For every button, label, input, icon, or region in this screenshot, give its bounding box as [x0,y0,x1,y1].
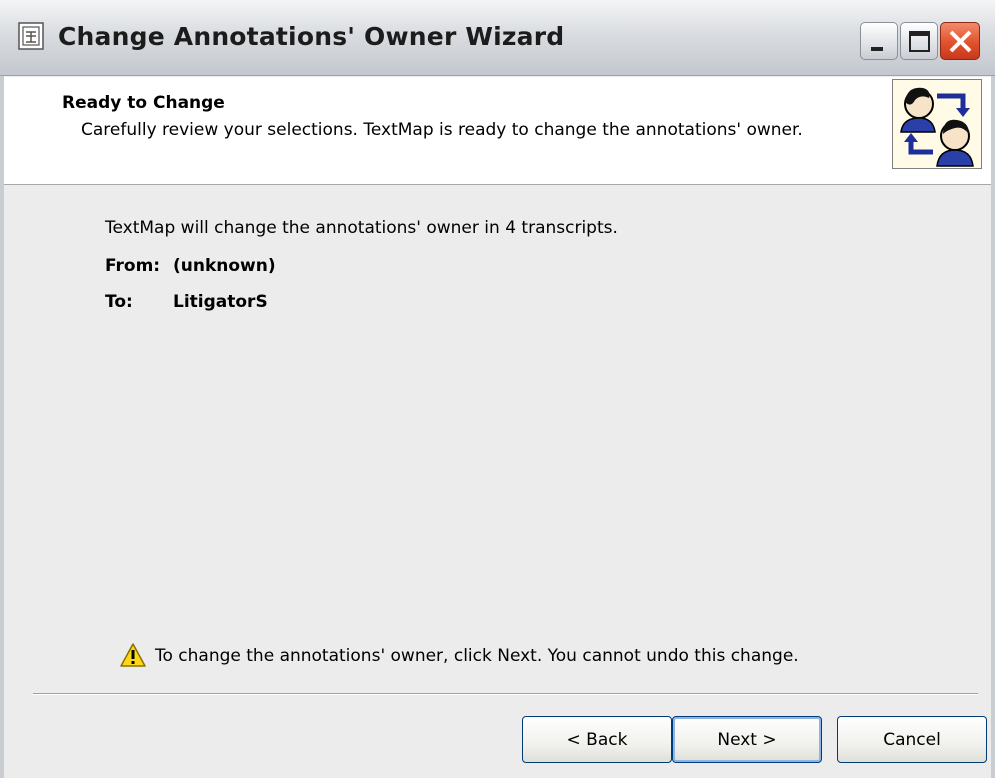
warning-text: To change the annotations' owner, click … [155,646,799,666]
close-icon [949,30,972,53]
cancel-button[interactable]: Cancel [837,716,987,763]
wizard-app-icon[interactable] [18,22,44,50]
close-button[interactable] [940,22,980,60]
change-owner-people-icon [892,79,982,169]
header-title: Ready to Change [62,93,225,113]
header-description: Carefully review your selections. TextMa… [81,120,803,140]
next-button[interactable]: Next > [672,716,822,763]
window-frame-right [991,76,995,778]
summary-text: TextMap will change the annotations' own… [105,218,618,238]
maximize-button[interactable] [900,22,938,60]
from-label: From: [105,256,161,276]
title-bar[interactable]: Change Annotations' Owner Wizard [0,0,995,76]
back-button[interactable]: < Back [522,716,672,763]
minimize-icon [871,47,883,51]
to-value: LitigatorS [173,292,268,312]
warning-icon [120,643,146,667]
button-separator [33,693,978,695]
wizard-header: Ready to Change Carefully review your se… [4,77,991,185]
maximize-icon [909,31,930,52]
from-value: (unknown) [173,256,276,276]
window-title: Change Annotations' Owner Wizard [58,22,565,51]
minimize-button[interactable] [860,22,898,60]
to-label: To: [105,292,133,312]
wizard-window: Change Annotations' Owner Wizard Ready t… [0,0,995,778]
